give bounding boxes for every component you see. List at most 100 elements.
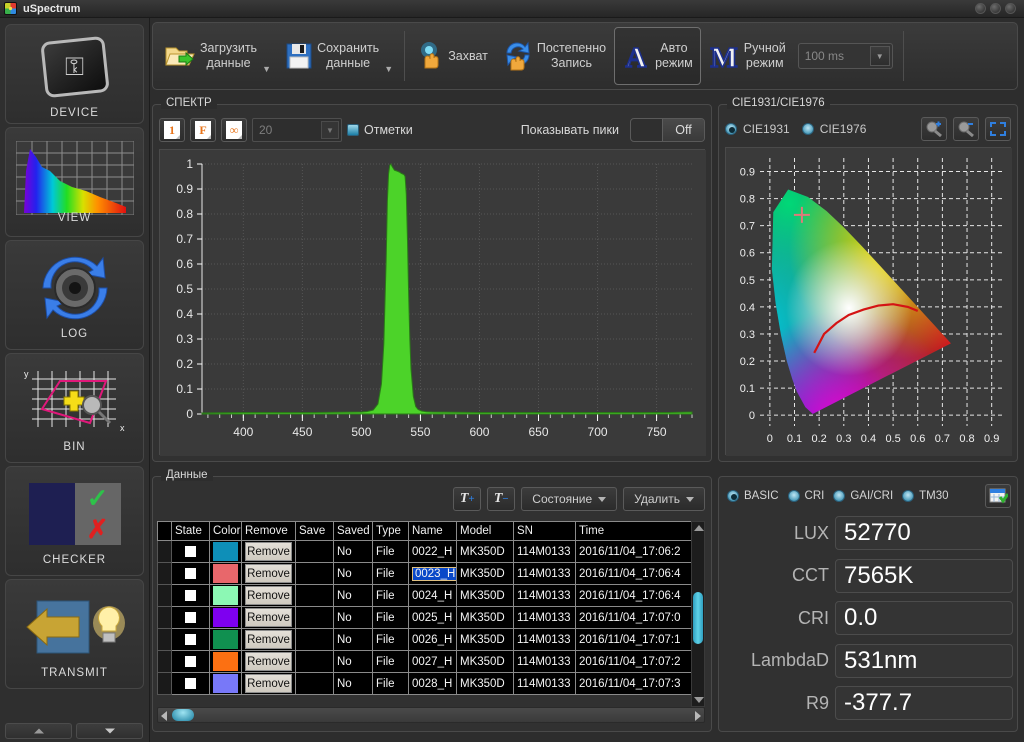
row-color-swatch[interactable] [209,606,242,629]
row-remove-button[interactable]: Remove [241,562,296,585]
row-remove-button[interactable]: Remove [241,628,296,651]
export-table-icon[interactable] [985,484,1011,508]
row-name-cell[interactable]: 0026_H [408,628,457,651]
table-row[interactable]: Remove No File 0025_H MK350D 114M0133 2016/11/… [157,606,696,629]
maximize-button[interactable] [990,3,1001,14]
cie1931-radio[interactable] [725,123,737,135]
cie-chromaticity-diagram[interactable]: 0 0.1 0.2 0.3 0.4 0.5 0.6 0.7 0.8 0.9 0 0.1 0.2 0.3 0.… [725,147,1012,456]
table-row[interactable]: Remove No File 0028_H MK350D 114M0133 2016/11/… [157,672,696,695]
scroll-down-arrow-icon[interactable] [694,697,704,703]
row-save-cell[interactable] [295,628,334,651]
scrollbar-thumb[interactable] [693,592,703,644]
tab-cri-radio[interactable] [787,490,800,502]
cie-zoom-in-button[interactable] [921,117,947,141]
load-data-dropdown-arrow[interactable]: ▼ [262,64,271,74]
gradual-record-button[interactable]: Постепенно Запись [496,27,614,85]
exposure-time-combobox[interactable]: 100 ms ▼ [797,43,893,69]
close-button[interactable] [1005,3,1016,14]
table-row[interactable]: Remove No File 0023_H MK350D 114M0133 2016/11/… [157,562,696,585]
data-table-vertical-scrollbar[interactable] [691,521,705,707]
row-state-checkbox[interactable] [171,562,210,585]
sidebar-item-checker[interactable]: ✓ ✗ CHECKER [5,466,144,576]
cie1976-radio[interactable] [801,123,814,135]
table-row[interactable]: Remove No File 0024_H MK350D 114M0133 2016/11/… [157,584,696,607]
sidebar-item-device[interactable]: ⚿ DEVICE [5,24,144,124]
cie-zoom-out-button[interactable] [953,117,979,141]
row-remove-button[interactable]: Remove [241,584,296,607]
table-row[interactable]: Remove No File 0022_H MK350D 114M0133 2016/11/… [157,540,696,563]
scroll-right-arrow-icon[interactable] [695,711,701,721]
row-state-checkbox[interactable] [171,628,210,651]
row-state-checkbox[interactable] [171,672,210,695]
sidebar-scroll-up-button[interactable] [5,723,72,739]
scrollbar-thumb[interactable] [172,709,194,721]
row-name-cell[interactable]: 0022_H [408,540,457,563]
minimize-button[interactable] [975,3,986,14]
row-state-checkbox[interactable] [171,606,210,629]
tab-tm30-radio[interactable] [902,490,915,502]
column-header-color[interactable]: Color [209,521,242,541]
row-save-cell[interactable] [295,540,334,563]
chevron-down-icon[interactable]: ▼ [869,46,890,66]
column-header-sn[interactable]: SN [513,521,576,541]
show-peaks-toggle[interactable]: Off [630,118,705,142]
font-decrease-icon[interactable]: T − [487,487,516,511]
row-name-cell[interactable]: 0027_H [408,650,457,673]
sidebar-item-view[interactable]: VIEW [5,127,144,237]
row-save-cell[interactable] [295,650,334,673]
capture-button[interactable]: Захват [409,27,496,85]
load-data-button[interactable]: Загрузить данные ▼ [157,27,278,85]
auto-mode-button[interactable]: A Авто режим [614,27,701,85]
scroll-left-arrow-icon[interactable] [161,711,167,721]
row-color-swatch[interactable] [209,540,242,563]
manual-mode-button[interactable]: M Ручной режим [701,27,794,85]
row-color-swatch[interactable] [209,584,242,607]
row-name-cell[interactable]: 0024_H [408,584,457,607]
font-increase-icon[interactable]: T + [453,487,482,511]
row-state-checkbox[interactable] [171,584,210,607]
spectrum-count-spinner[interactable]: 20 ▼ [252,118,342,142]
row-name-cell[interactable]: 0025_H [408,606,457,629]
column-header-model[interactable]: Model [456,521,514,541]
column-header-name[interactable]: Name [408,521,457,541]
column-header-state[interactable]: State [171,521,210,541]
marks-checkbox[interactable] [347,124,359,136]
chevron-down-icon[interactable]: ▼ [321,121,339,139]
tab-gaicri-radio[interactable] [833,490,846,502]
table-row[interactable]: Remove No File 0027_H MK350D 114M0133 2016/11/… [157,650,696,673]
row-save-cell[interactable] [295,606,334,629]
row-remove-button[interactable]: Remove [241,672,296,695]
sidebar-scroll-down-button[interactable] [76,723,143,739]
row-remove-button[interactable]: Remove [241,540,296,563]
column-header-saved[interactable]: Saved [333,521,373,541]
delete-dropdown[interactable]: Удалить [623,487,705,511]
save-data-dropdown-arrow[interactable]: ▼ [384,64,393,74]
row-save-cell[interactable] [295,562,334,585]
scroll-up-arrow-icon[interactable] [694,525,704,531]
table-row[interactable]: Remove No File 0026_H MK350D 114M0133 2016/11/… [157,628,696,651]
row-remove-button[interactable]: Remove [241,606,296,629]
row-save-cell[interactable] [295,584,334,607]
spectrum-plot[interactable]: 400 450 500 550 600 650 700 750 0 0.1 0.2 0.3 0.4 0.5… [159,149,706,456]
row-color-swatch[interactable] [209,672,242,695]
row-color-swatch[interactable] [209,628,242,651]
data-table-horizontal-scrollbar[interactable] [157,707,705,723]
row-remove-button[interactable]: Remove [241,650,296,673]
row-color-swatch[interactable] [209,650,242,673]
column-header-time[interactable]: Time [575,521,696,541]
column-header-save[interactable]: Save [295,521,334,541]
tab-basic-radio[interactable] [727,490,739,502]
save-data-button[interactable]: Сохранить данные ▼ [278,27,400,85]
sidebar-item-log[interactable]: LOG [5,240,144,350]
spectrum-infinite-button[interactable]: ∞ [221,118,247,142]
row-state-checkbox[interactable] [171,540,210,563]
spectrum-single-button[interactable]: 1 [159,118,185,142]
sidebar-item-bin[interactable]: y x BIN [5,353,144,463]
row-name-cell[interactable]: 0028_H [408,672,457,695]
spectrum-final-button[interactable]: F [190,118,216,142]
sidebar-item-transmit[interactable]: TRANSMIT [5,579,144,689]
column-header-type[interactable]: Type [372,521,409,541]
row-name-cell[interactable]: 0023_H [408,562,457,585]
state-dropdown[interactable]: Состояние [521,487,618,511]
row-color-swatch[interactable] [209,562,242,585]
